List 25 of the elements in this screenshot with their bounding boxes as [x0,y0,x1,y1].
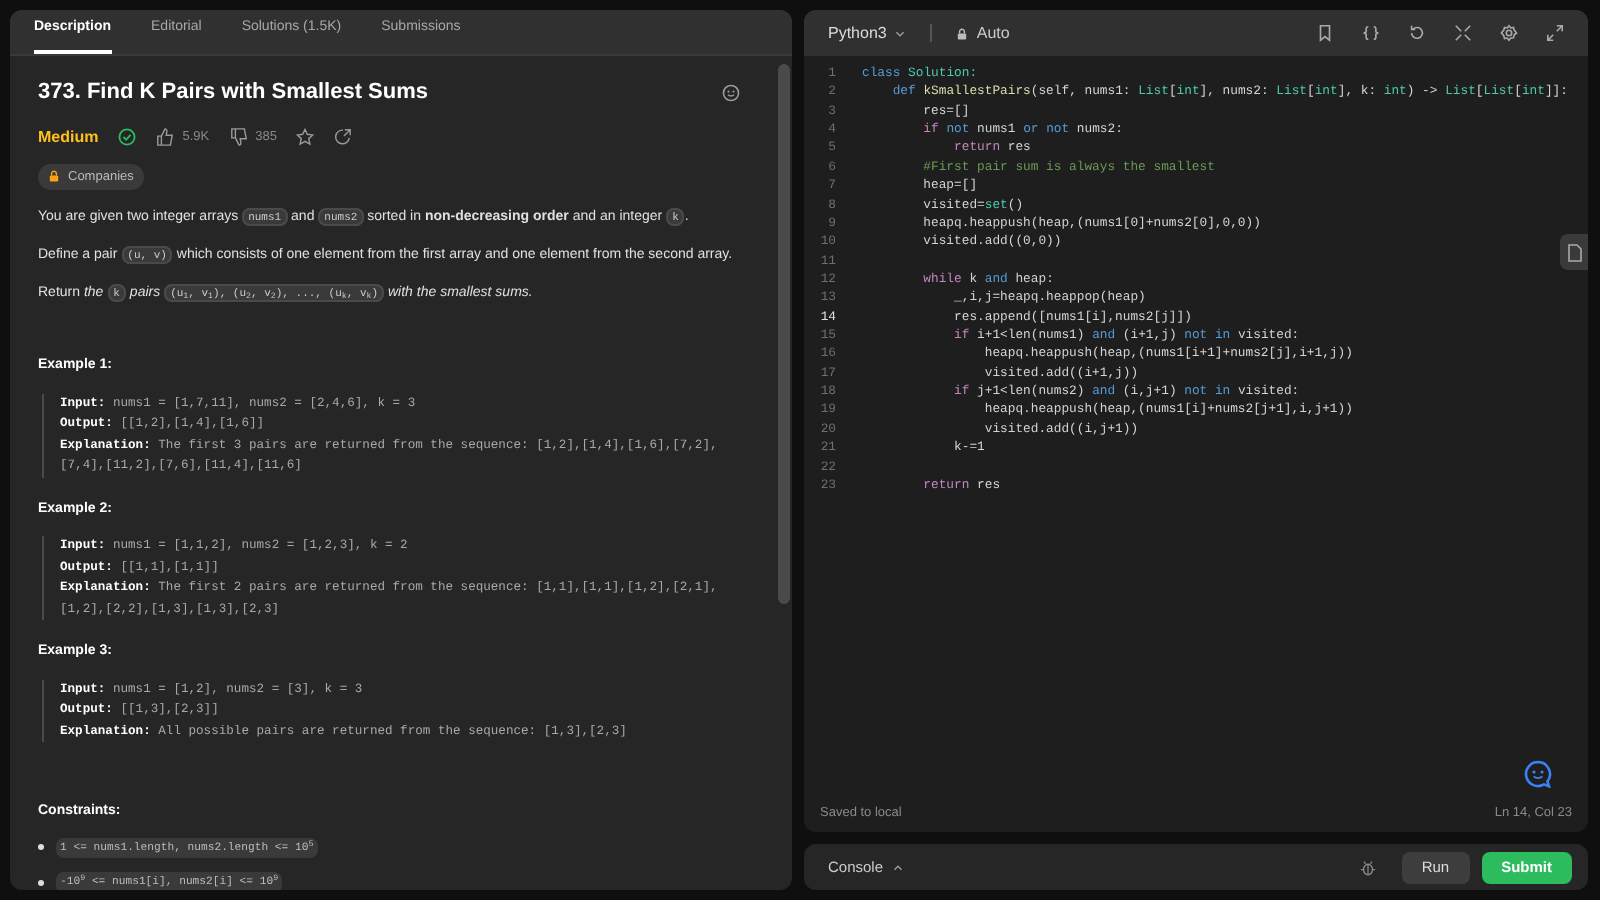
thumbs-down-icon [229,128,248,146]
scrollbar[interactable] [778,64,790,604]
settings-icon[interactable] [1500,24,1518,42]
smiley-icon[interactable] [722,83,740,102]
lock-icon [48,170,60,183]
reset-icon[interactable] [1408,24,1426,42]
fullscreen-icon[interactable] [1546,24,1564,42]
share-icon[interactable] [334,128,353,146]
notes-tab-icon[interactable] [1560,234,1588,270]
shrink-icon[interactable] [1454,24,1472,42]
problem-title: 373. Find K Pairs with Smallest Sums [38,78,429,108]
chevron-down-icon [894,27,907,39]
bug-icon[interactable] [1359,859,1376,875]
language-selector[interactable]: Python3 [828,21,907,45]
star-icon[interactable] [296,128,315,146]
bookmark-icon[interactable] [1316,24,1334,42]
lock-icon [956,27,969,39]
chat-bubble-icon[interactable] [1524,760,1552,788]
braces-icon[interactable] [1362,24,1380,42]
bullet-icon [38,844,44,851]
bullet-icon [38,879,44,886]
difficulty-label: Medium [38,125,99,149]
auto-mode-button[interactable]: Auto [956,21,1010,45]
thumbs-up-icon [156,128,175,146]
chevron-up-icon [891,861,904,873]
